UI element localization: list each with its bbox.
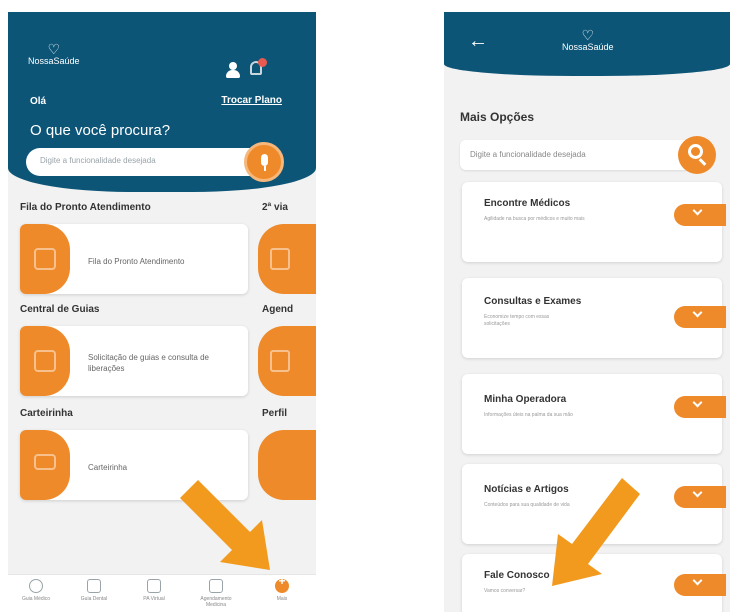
search-button[interactable] (678, 136, 716, 174)
card-label: Fila do Pronto Atendimento (88, 257, 185, 266)
hand-icon (34, 248, 56, 270)
section-side-title: Agend (262, 304, 294, 315)
expand-button[interactable] (674, 306, 726, 328)
nav-agendamento[interactable]: Agendamento Medicina (190, 579, 242, 608)
search-input[interactable]: Digite a funcionalidade desejada (460, 140, 690, 170)
expand-button[interactable] (674, 486, 726, 508)
expand-button[interactable] (674, 574, 726, 596)
options-header: ← ♡ NossaSaúde (444, 12, 730, 76)
card-icon (20, 430, 70, 500)
nav-pa-virtual[interactable]: PA Virtual (128, 579, 180, 602)
chevron-down-icon (692, 205, 703, 216)
brand-logo: ♡ NossaSaúde (28, 42, 80, 66)
doctor-icon (29, 579, 43, 593)
user-icon[interactable] (226, 62, 240, 78)
chevron-down-icon (692, 575, 703, 586)
option-minha-operadora[interactable]: Minha Operadora Informações úteis na pal… (462, 374, 726, 454)
card-agendamento[interactable] (258, 326, 316, 396)
mic-button[interactable] (244, 142, 284, 182)
option-consultas-exames[interactable]: Consultas e Exames Economize tempo com e… (462, 278, 726, 358)
search-input[interactable]: Digite a funcionalidade desejada (26, 148, 264, 176)
document-icon (270, 248, 290, 270)
bell-icon[interactable] (248, 58, 267, 78)
greeting: Olá (30, 96, 47, 107)
chevron-down-icon (692, 397, 703, 408)
trocar-plano-link[interactable]: Trocar Plano (221, 95, 282, 106)
calendar-icon (209, 579, 223, 593)
card-central-de-guias[interactable]: Solicitação de guias e consulta de liber… (20, 326, 248, 396)
card-icon (20, 224, 70, 294)
brand-name: NossaSaúde (562, 42, 614, 52)
section-side-title: 2ª via (262, 202, 288, 213)
page-title: Mais Opções (460, 110, 535, 124)
nav-guia-medico[interactable]: Guia Médico (10, 579, 62, 602)
section-title: Fila do Pronto Atendimento (20, 202, 151, 213)
nav-guia-dental[interactable]: Guia Dental (68, 579, 120, 602)
search-icon (688, 144, 703, 159)
id-card-icon (34, 454, 56, 470)
plus-icon (275, 578, 289, 593)
mic-icon (261, 154, 268, 166)
card-segunda-via[interactable] (258, 224, 316, 294)
section-title: Carteirinha (20, 408, 73, 419)
chevron-down-icon (692, 307, 703, 318)
expand-button[interactable] (674, 396, 726, 418)
search-question: O que você procura? (30, 122, 171, 139)
option-encontre-medicos[interactable]: Encontre Médicos Agilidade na busca por … (462, 182, 726, 262)
card-label: Carteirinha (88, 463, 128, 472)
expand-button[interactable] (674, 204, 726, 226)
section-side-title: Perfil (262, 408, 288, 419)
card-icon (20, 326, 70, 396)
cross-icon (147, 579, 161, 593)
calendar-icon (270, 350, 290, 372)
brand-name: NossaSaúde (28, 56, 80, 66)
pointer-arrow (180, 480, 270, 570)
brand-logo: ♡ NossaSaúde (562, 28, 614, 52)
pointer-arrow (552, 478, 640, 586)
heart-logo-icon: ♡ (581, 27, 595, 43)
tooth-icon (87, 579, 101, 593)
guide-icon (34, 350, 56, 372)
home-header: ♡ NossaSaúde Olá Trocar Plano O que você… (8, 12, 316, 192)
back-arrow-icon[interactable]: ← (468, 30, 488, 53)
card-fila-pronto-atendimento[interactable]: Fila do Pronto Atendimento (20, 224, 248, 294)
section-title: Central de Guias (20, 304, 100, 315)
heart-logo-icon: ♡ (47, 41, 61, 57)
nav-mais[interactable]: Mais (256, 578, 308, 602)
chevron-down-icon (692, 487, 703, 498)
card-label: Solicitação de guias e consulta de liber… (88, 353, 209, 373)
